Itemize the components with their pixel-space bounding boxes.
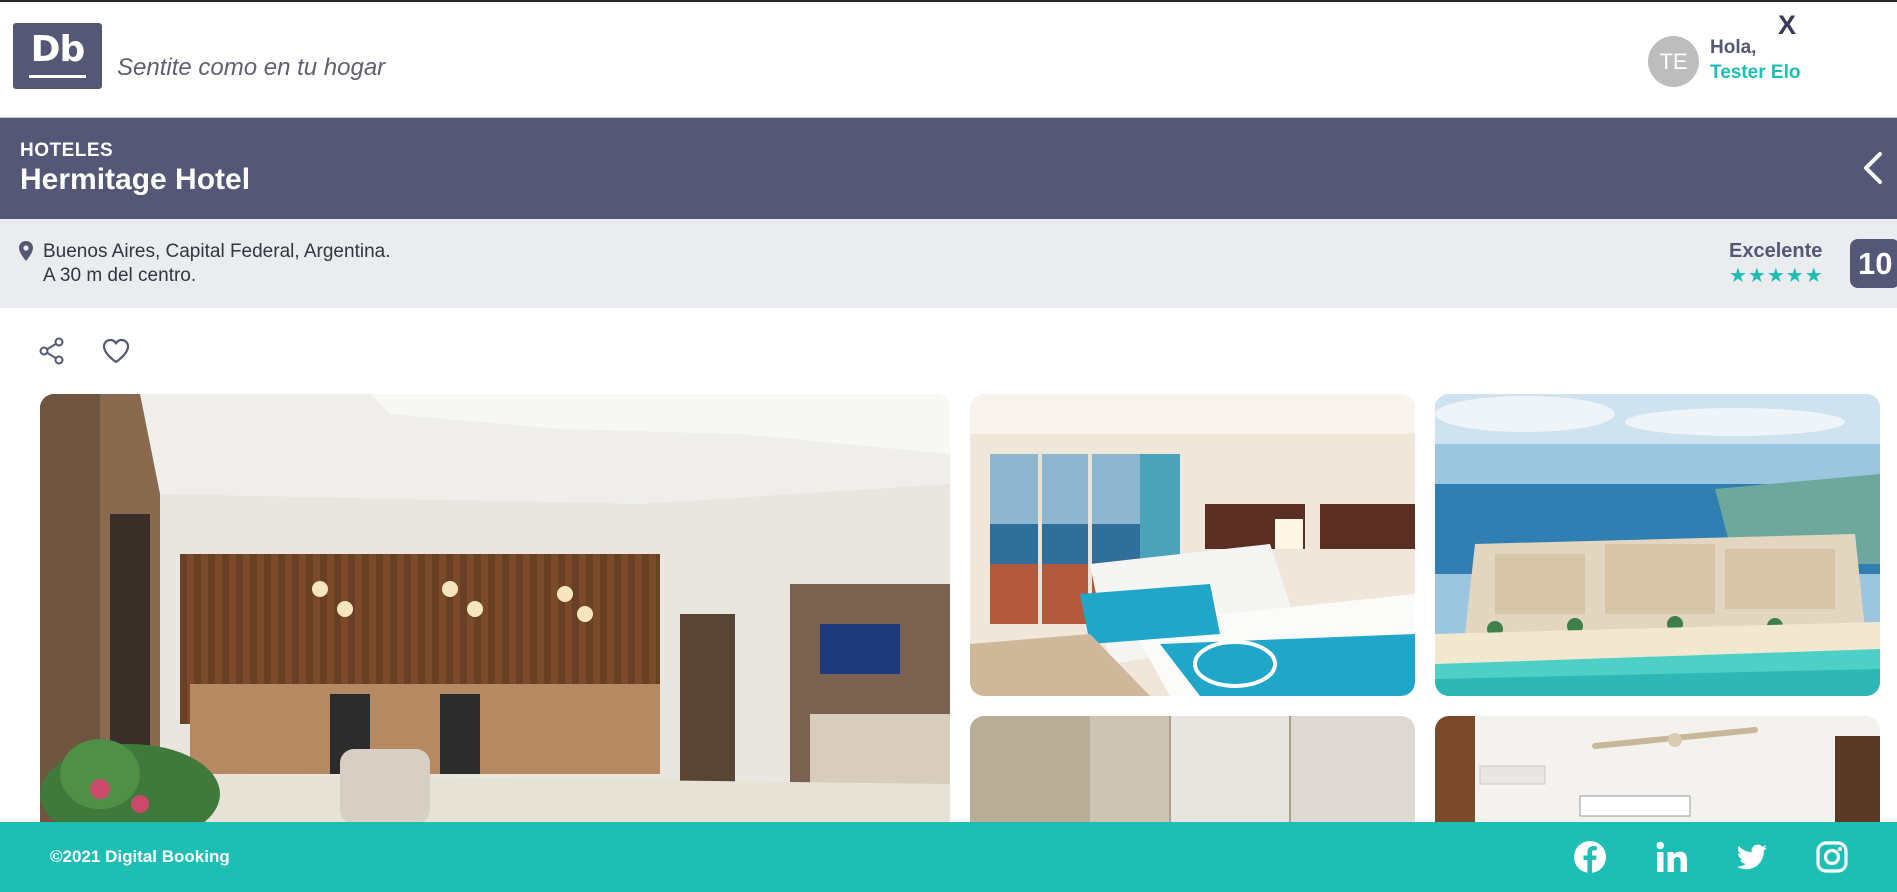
site-header: Db Sentite como en tu hogar X TE Hola, T… — [0, 2, 1897, 118]
heart-icon — [102, 338, 130, 364]
rating-score-badge: 10 — [1850, 239, 1897, 288]
gallery-photo-room[interactable] — [970, 394, 1415, 696]
logo[interactable]: Db — [13, 23, 102, 89]
location-distance: A 30 m del centro. — [43, 265, 197, 286]
tagline: Sentite como en tu hogar — [117, 54, 386, 81]
hotel-title-band: HOTELES Hermitage Hotel — [0, 118, 1897, 219]
gallery-photo-bathroom[interactable] — [970, 716, 1415, 824]
location-band: Buenos Aires, Capital Federal, Argentina… — [0, 219, 1897, 308]
avatar: TE — [1648, 36, 1699, 87]
logo-text: Db — [30, 29, 86, 70]
chevron-left-icon — [1864, 152, 1882, 184]
share-button[interactable] — [38, 337, 66, 365]
gallery-photo-lobby[interactable] — [40, 394, 950, 824]
hotel-name: Hermitage Hotel — [20, 163, 251, 196]
instagram-icon — [1816, 841, 1848, 873]
close-session-button[interactable]: X — [1778, 10, 1796, 41]
linkedin-icon — [1656, 841, 1687, 872]
location-pin-icon — [19, 241, 33, 261]
twitter-icon — [1736, 844, 1767, 870]
gallery-photo-room-fan[interactable] — [1435, 716, 1880, 824]
back-button[interactable] — [1858, 150, 1888, 186]
favorite-button[interactable] — [101, 337, 131, 365]
site-footer: ©2021 Digital Booking — [0, 822, 1897, 892]
facebook-icon — [1574, 841, 1606, 873]
hotel-category: HOTELES — [20, 140, 114, 161]
rating-stars: ★★★★★ — [1729, 263, 1824, 287]
logo-underline — [29, 75, 86, 78]
facebook-link[interactable] — [1573, 840, 1607, 874]
gallery-photo-beach[interactable] — [1435, 394, 1880, 696]
linkedin-link[interactable] — [1655, 840, 1689, 874]
instagram-link[interactable] — [1815, 840, 1849, 874]
twitter-link[interactable] — [1735, 840, 1769, 874]
user-name: Tester Elo — [1710, 62, 1801, 83]
location-address: Buenos Aires, Capital Federal, Argentina… — [43, 241, 391, 262]
copyright-text: ©2021 Digital Booking — [50, 847, 230, 866]
share-icon — [39, 337, 64, 365]
rating-label: Excelente — [1729, 240, 1823, 262]
greeting-text: Hola, — [1710, 37, 1757, 58]
